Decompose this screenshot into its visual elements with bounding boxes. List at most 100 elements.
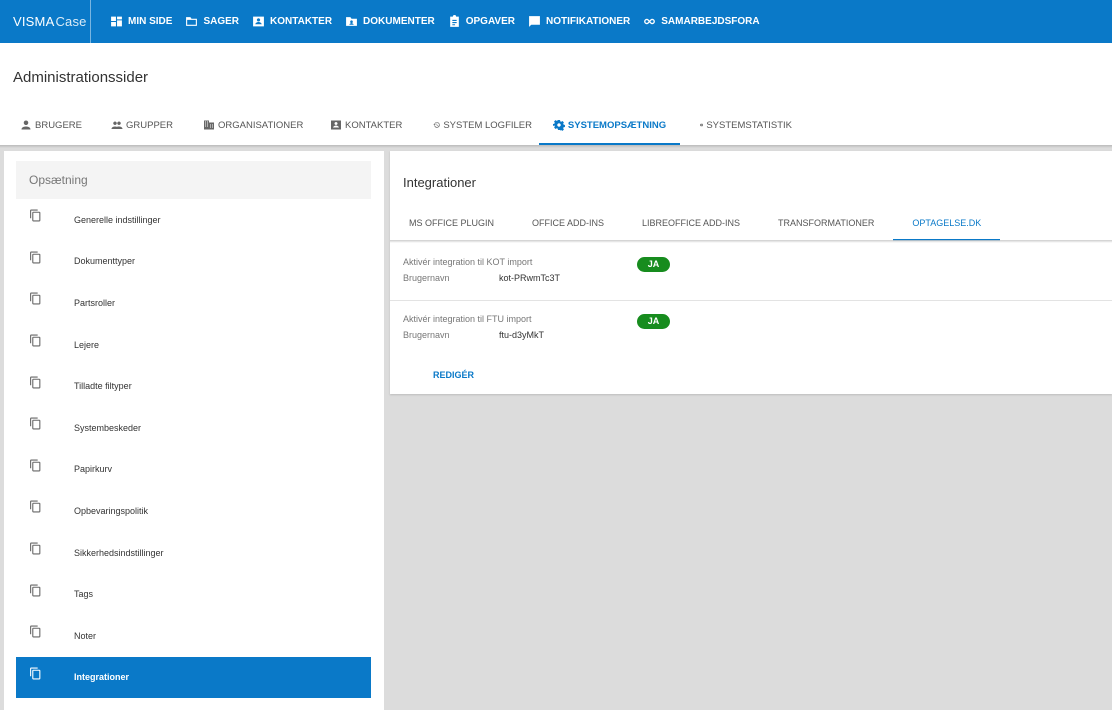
copy-icon bbox=[29, 417, 42, 430]
tab-label: SYSTEMOPSÆTNING bbox=[567, 119, 667, 131]
ftu-status-badge: JA bbox=[637, 314, 670, 329]
sidebar-item-label: Generelle indstillinger bbox=[74, 214, 161, 225]
sidebar-item-partsroller[interactable]: Partsroller bbox=[16, 282, 371, 324]
logo-product: Case bbox=[55, 14, 87, 29]
kot-username-value: kot-PRwmTc3T bbox=[499, 273, 561, 283]
copy-icon bbox=[29, 292, 42, 305]
tab-label: BRUGERE bbox=[35, 119, 82, 131]
ftu-integration-label: Aktivér integration til FTU import bbox=[403, 314, 532, 324]
sidebar-item-integrationer[interactable]: Integrationer bbox=[16, 656, 371, 699]
kot-integration-label: Aktivér integration til KOT import bbox=[403, 257, 533, 267]
panel-title: Integrationer bbox=[403, 175, 476, 190]
contact-card-icon bbox=[331, 120, 341, 130]
kot-status-badge: JA bbox=[637, 257, 670, 272]
tab-libreoffice-add-ins[interactable]: LIBREOFFICE ADD-INS bbox=[623, 205, 759, 241]
clipboard-icon bbox=[449, 15, 459, 27]
tab-office-add-ins[interactable]: OFFICE ADD-INS bbox=[513, 205, 623, 241]
document-folder-icon bbox=[346, 17, 357, 26]
sidebar-item-noter[interactable]: Noter bbox=[16, 615, 371, 657]
sidebar-item-label: Systembeskeder bbox=[74, 422, 142, 433]
admin-header: Administrationssider BRUGERE GRUPPER ORG… bbox=[0, 43, 1112, 145]
sidebar-item-label: Tags bbox=[74, 589, 94, 600]
copy-icon bbox=[29, 334, 42, 347]
copy-icon bbox=[29, 459, 42, 472]
sidebar-item-tilladte-filtyper[interactable]: Tilladte filtyper bbox=[16, 365, 371, 407]
copy-icon bbox=[29, 625, 42, 638]
header-shadow bbox=[0, 145, 1112, 148]
sidebar-item-label: Dokumenttyper bbox=[74, 256, 136, 267]
sidebar-item-dokumenttyper[interactable]: Dokumenttyper bbox=[16, 241, 371, 283]
tab-brugere[interactable]: BRUGERE bbox=[16, 105, 98, 145]
nav-kontakter[interactable]: KONTAKTER bbox=[252, 15, 332, 28]
edit-button[interactable]: REDIGÉR bbox=[433, 370, 474, 380]
sidebar-item-lejere[interactable]: Lejere bbox=[16, 324, 371, 366]
nav-min-side[interactable]: MIN SIDE bbox=[110, 15, 172, 28]
integrations-panel: Integrationer MS OFFICE PLUGIN OFFICE AD… bbox=[390, 151, 1112, 394]
nav-label: OPGAVER bbox=[465, 16, 515, 27]
tabs-shadow bbox=[390, 240, 1112, 243]
tab-systemstatistik[interactable]: SYSTEMSTATISTIK bbox=[696, 105, 796, 145]
sidebar-item-label: Sikkerhedsindstillinger bbox=[74, 547, 164, 558]
copy-icon bbox=[29, 376, 42, 389]
main-nav: MIN SIDE SAGER KONTAKTER DOKUMENTER OPGA… bbox=[110, 15, 773, 28]
setup-sidebar: Opsætning Generelle indstillinger Dokume… bbox=[4, 151, 384, 710]
tab-label: ORGANISATIONER bbox=[218, 119, 304, 131]
tab-systemopsaetning[interactable]: SYSTEMOPSÆTNING bbox=[539, 105, 680, 145]
copy-icon bbox=[29, 584, 42, 597]
sidebar-header: Opsætning bbox=[16, 161, 371, 199]
tab-transformationer[interactable]: TRANSFORMATIONER bbox=[759, 205, 893, 241]
nav-sager[interactable]: SAGER bbox=[185, 15, 239, 28]
sidebar-item-label: Papirkurv bbox=[74, 464, 113, 475]
contact-card-icon bbox=[253, 16, 264, 27]
person-icon bbox=[21, 120, 31, 130]
ftu-username-value: ftu-d3yMkT bbox=[499, 330, 545, 340]
nav-label: NOTIFIKATIONER bbox=[546, 16, 631, 27]
top-navbar: VISMA Case MIN SIDE SAGER KONTAKTER DOKU… bbox=[0, 0, 1112, 43]
folder-icon bbox=[186, 17, 198, 26]
sidebar-item-label: Lejere bbox=[74, 339, 100, 350]
sidebar-item-label: Integrationer bbox=[74, 672, 130, 683]
copy-icon bbox=[29, 209, 42, 222]
tab-ms-office-plugin[interactable]: MS OFFICE PLUGIN bbox=[390, 205, 513, 241]
nav-samarbejdsfora[interactable]: SAMARBEJDSFORA bbox=[643, 15, 760, 28]
integration-tabs: MS OFFICE PLUGIN OFFICE ADD-INS LIBREOFF… bbox=[390, 205, 1001, 241]
nav-notifikationer[interactable]: NOTIFIKATIONER bbox=[528, 15, 630, 28]
nav-label: KONTAKTER bbox=[270, 16, 333, 27]
sidebar-item-systembeskeder[interactable]: Systembeskeder bbox=[16, 407, 371, 449]
kot-integration-row: Aktivér integration til KOT import JA Br… bbox=[390, 251, 1112, 301]
tab-grupper[interactable]: GRUPPER bbox=[107, 105, 199, 145]
pie-chart-icon bbox=[700, 123, 704, 127]
tab-system-logfiler[interactable]: SYSTEM LOGFILER bbox=[429, 105, 536, 145]
link-icon bbox=[644, 18, 656, 25]
sidebar-item-label: Noter bbox=[74, 630, 97, 641]
nav-label: SAGER bbox=[203, 16, 240, 27]
gear-icon bbox=[552, 120, 565, 131]
nav-label: SAMARBEJDSFORA bbox=[661, 16, 760, 27]
nav-label: DOKUMENTER bbox=[363, 16, 435, 27]
visma-case-logo[interactable]: VISMA Case bbox=[0, 0, 91, 43]
nav-label: MIN SIDE bbox=[128, 16, 173, 27]
ftu-integration-row: Aktivér integration til FTU import JA Br… bbox=[390, 308, 1112, 358]
sidebar-item-sikkerhedsindstillinger[interactable]: Sikkerhedsindstillinger bbox=[16, 532, 371, 574]
tab-label: SYSTEMSTATISTIK bbox=[706, 119, 792, 131]
tab-kontakter[interactable]: KONTAKTER bbox=[326, 105, 429, 145]
tab-label: KONTAKTER bbox=[345, 119, 403, 131]
building-icon bbox=[204, 120, 214, 130]
sidebar-item-opbevaringspolitik[interactable]: Opbevaringspolitik bbox=[16, 490, 371, 532]
admin-tabs: BRUGERE GRUPPER ORGANISATIONER KONTAKTER… bbox=[0, 105, 796, 145]
kot-username-label: Brugernavn bbox=[403, 273, 450, 283]
tab-label: GRUPPER bbox=[126, 119, 173, 131]
logo-brand: VISMA bbox=[13, 14, 55, 29]
copy-icon bbox=[29, 500, 42, 513]
tab-label: SYSTEM LOGFILER bbox=[443, 119, 532, 131]
nav-dokumenter[interactable]: DOKUMENTER bbox=[345, 15, 435, 28]
copy-icon bbox=[29, 251, 42, 264]
sidebar-list: Generelle indstillinger Dokumenttyper Pa… bbox=[16, 199, 371, 699]
sidebar-item-tags[interactable]: Tags bbox=[16, 573, 371, 615]
sidebar-item-generelle-indstillinger[interactable]: Generelle indstillinger bbox=[16, 199, 371, 241]
page-title: Administrationssider bbox=[13, 69, 149, 86]
nav-opgaver[interactable]: OPGAVER bbox=[448, 15, 515, 28]
sidebar-item-papirkurv[interactable]: Papirkurv bbox=[16, 449, 371, 491]
tab-optagelse-dk[interactable]: OPTAGELSE.DK bbox=[893, 205, 1001, 241]
tab-organisationer[interactable]: ORGANISATIONER bbox=[199, 105, 326, 145]
